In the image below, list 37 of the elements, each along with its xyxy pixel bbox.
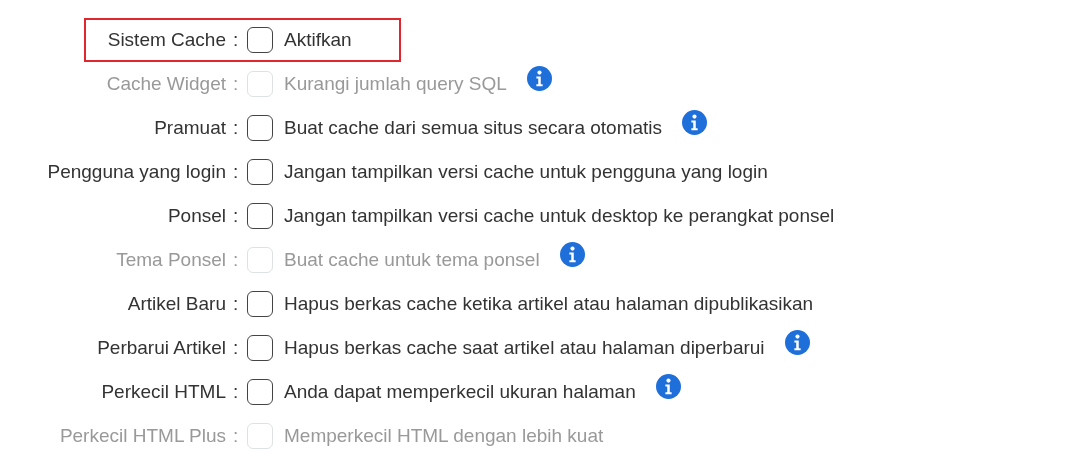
colon: :: [233, 381, 240, 403]
checkbox[interactable]: [247, 291, 273, 317]
checkbox-label[interactable]: Hapus berkas cache ketika artikel atau halaman dipublikasikan: [284, 293, 814, 315]
setting-label: Ponsel: [166, 205, 226, 227]
colon: :: [233, 337, 240, 359]
setting-label: Sistem Cache: [106, 29, 226, 51]
colon: :: [233, 161, 240, 183]
checkbox[interactable]: [247, 159, 273, 185]
checkbox-label[interactable]: Aktifkan: [284, 29, 352, 51]
checkbox-label[interactable]: Jangan tampilkan versi cache untuk desktop ke perangkat ponsel: [284, 205, 835, 227]
info-icon[interactable]: [784, 329, 810, 355]
checkbox-label[interactable]: Hapus berkas cache saat artikel atau halaman diperbarui: [284, 337, 765, 359]
setting-label: Perkecil HTML Plus: [58, 425, 226, 447]
setting-label: Pengguna yang login: [46, 161, 226, 183]
checkbox[interactable]: [247, 203, 273, 229]
checkbox[interactable]: [247, 379, 273, 405]
setting-label: Cache Widget: [105, 73, 226, 95]
checkbox-label[interactable]: Anda dapat memperkecil ukuran halaman: [284, 381, 636, 403]
colon: :: [233, 117, 240, 139]
setting-label: Perbarui Artikel: [96, 337, 226, 359]
setting-label: Artikel Baru: [126, 293, 226, 315]
colon: :: [233, 425, 240, 447]
setting-label: Tema Ponsel: [115, 249, 226, 271]
checkbox-label[interactable]: Buat cache dari semua situs secara otomatis: [284, 117, 663, 139]
info-icon[interactable]: [655, 373, 681, 399]
checkbox[interactable]: [247, 335, 273, 361]
checkbox[interactable]: [247, 27, 273, 53]
setting-label: Pramuat: [153, 117, 226, 139]
colon: :: [233, 249, 240, 271]
checkbox[interactable]: [247, 115, 273, 141]
colon: :: [233, 73, 240, 95]
colon: :: [233, 205, 240, 227]
info-icon[interactable]: [682, 109, 708, 135]
colon: :: [233, 293, 240, 315]
colon: :: [233, 29, 240, 51]
setting-label: Perkecil HTML: [100, 381, 226, 403]
checkbox-label[interactable]: Jangan tampilkan versi cache untuk pengguna yang login: [284, 161, 768, 183]
